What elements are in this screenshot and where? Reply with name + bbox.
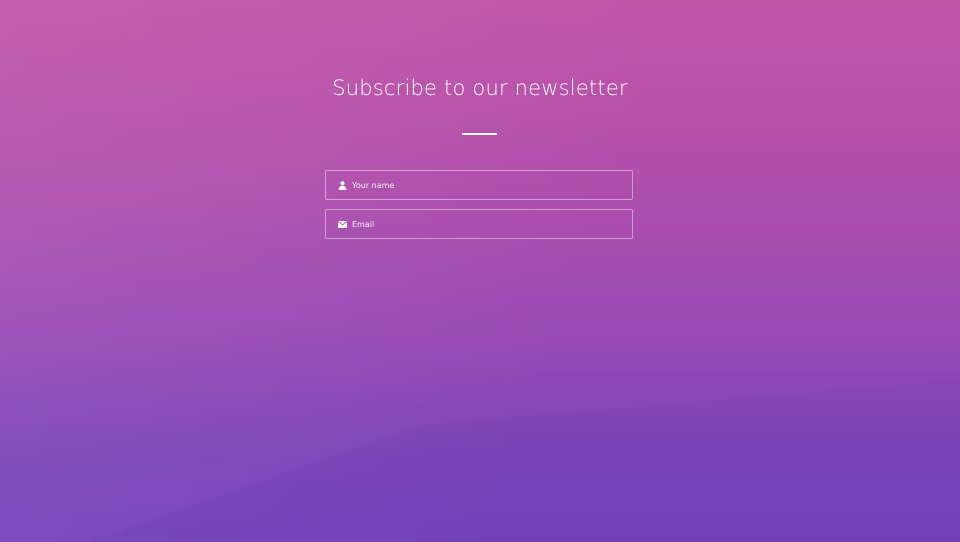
email-field[interactable] [325,209,633,239]
email-input[interactable] [352,219,622,229]
name-input[interactable] [352,180,622,190]
title-underline [462,133,497,135]
newsletter-section: Subscribe to our newsletter [0,0,960,542]
name-field[interactable] [325,170,633,200]
newsletter-title: Subscribe to our newsletter [332,76,628,100]
envelope-icon [337,219,347,229]
user-icon [337,180,347,190]
